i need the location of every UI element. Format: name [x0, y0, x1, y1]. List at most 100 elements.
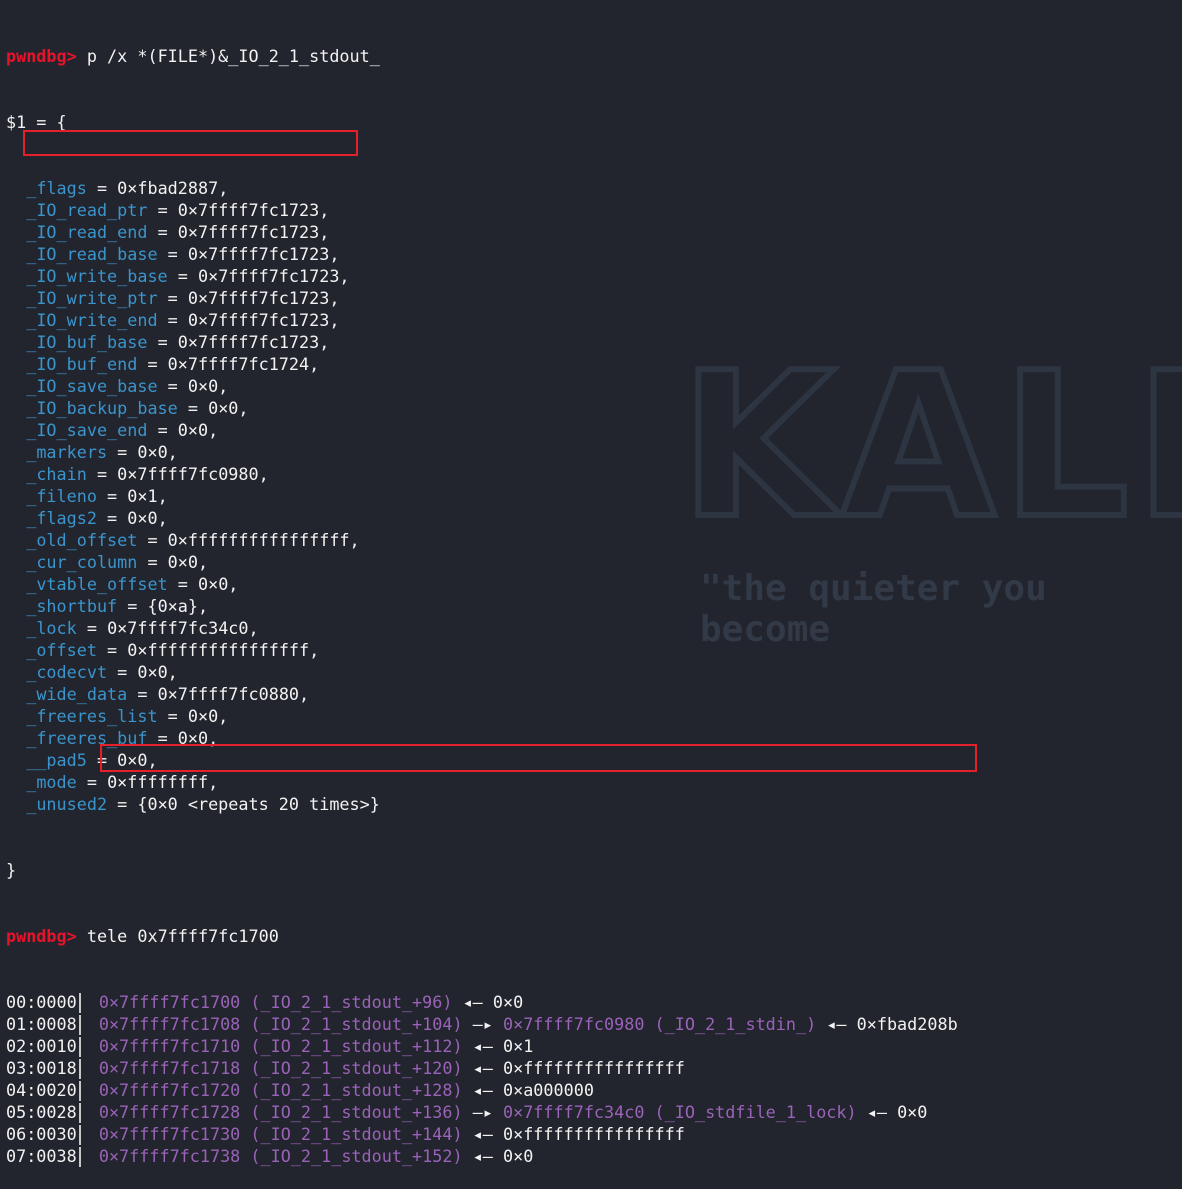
field-value: 0×7ffff7fc1723, [177, 222, 330, 242]
tele-arrow: ◂— [472, 1124, 493, 1144]
tele-arrow: ◂— [472, 1146, 493, 1166]
field-name: _vtable_offset [26, 574, 168, 594]
struct-field: _fileno = 0×1, [26, 486, 168, 506]
struct-field: _mode = 0×ffffffff, [26, 772, 219, 792]
field-value: 0×ffffffffffffffff, [127, 640, 320, 660]
field-value: {0×0 <repeats 20 times>} [137, 794, 380, 814]
field-name: _IO_write_ptr [26, 288, 158, 308]
field-name: _IO_buf_end [26, 354, 138, 374]
telescope-row: 03:0018 0×7ffff7fc1718 (_IO_2_1_stdout_+… [6, 1057, 958, 1079]
field-value: 0×7ffff7fc1724, [167, 354, 320, 374]
field-name: _IO_read_end [26, 222, 148, 242]
field-name: _IO_write_end [26, 310, 158, 330]
field-name: _IO_buf_base [26, 332, 148, 352]
tele-offset: 07:0038 [6, 1146, 77, 1166]
tele-separator [78, 1059, 81, 1079]
tele-value: 0×ffffffffffffffff [503, 1058, 685, 1078]
struct-field: _IO_write_end = 0×7ffff7fc1723, [26, 310, 340, 330]
field-value: 0×0, [167, 552, 209, 572]
struct-field: _IO_write_base = 0×7ffff7fc1723, [26, 266, 350, 286]
field-name: _IO_backup_base [26, 398, 178, 418]
tele-value: 0×0 [503, 1146, 534, 1166]
field-value: 0×7ffff7fc1723, [197, 266, 350, 286]
tele-separator [78, 1147, 81, 1167]
struct-field: _codecvt = 0×0, [26, 662, 178, 682]
tele-offset: 03:0018 [6, 1058, 77, 1078]
field-name: _markers [26, 442, 108, 462]
field-value: 0×fbad2887, [117, 178, 229, 198]
tele-value: 0×0 [492, 992, 524, 1012]
field-value: 0×0, [208, 398, 249, 418]
field-name: _chain [26, 464, 87, 484]
struct-field: _offset = 0×ffffffffffffffff, [26, 640, 320, 660]
tele-address: 0×7ffff7fc1708 (_IO_2_1_stdout_+104) [98, 1014, 463, 1034]
tele-value: 0×fbad208b [856, 1014, 958, 1034]
tele-value: 0×a000000 [503, 1080, 594, 1100]
telescope-row: 01:0008 0×7ffff7fc1708 (_IO_2_1_stdout_+… [6, 1013, 958, 1035]
struct-field: _vtable_offset = 0×0, [26, 574, 239, 594]
field-value: 0×0, [137, 442, 178, 462]
command-text: tele 0x7ffff7fc1700 [86, 926, 279, 946]
struct-field: _markers = 0×0, [26, 442, 178, 462]
struct-field: _chain = 0×7ffff7fc0980, [26, 464, 269, 484]
tele-separator [78, 1015, 81, 1035]
prompt: pwndbg> [6, 926, 77, 946]
tele-arrow: ◂— [866, 1102, 887, 1122]
command-line-2: pwndbg> tele 0x7ffff7fc1700 [6, 925, 958, 947]
struct-field: _freeres_buf = 0×0, [26, 728, 219, 748]
tele-value: 0×1 [503, 1036, 534, 1056]
tele-offset: 00:0000 [6, 992, 77, 1012]
field-name: _freeres_buf [26, 728, 148, 748]
field-value: 0×7ffff7fc1723, [187, 244, 340, 264]
field-value: {0×a}, [147, 596, 209, 616]
field-value: 0×0, [187, 706, 229, 726]
telescope-row: 07:0038 0×7ffff7fc1738 (_IO_2_1_stdout_+… [6, 1145, 958, 1167]
tele-value: 0×ffffffffffffffff [503, 1124, 685, 1144]
field-name: _old_offset [26, 530, 138, 550]
struct-field: _IO_backup_base = 0×0, [26, 398, 249, 418]
struct-field: _IO_read_ptr = 0×7ffff7fc1723, [26, 200, 330, 220]
struct-field: _flags = 0×fbad2887, [26, 178, 229, 198]
tele-pointer: 0×7ffff7fc0980 (_IO_2_1_stdin_) [503, 1014, 817, 1034]
struct-field: _unused2 = {0×0 <repeats 20 times>} [26, 794, 380, 814]
tele-arrow: ◂— [826, 1014, 847, 1034]
tele-offset: 05:0028 [6, 1102, 77, 1122]
command-text: p /x *(FILE*)&_IO_2_1_stdout_ [86, 46, 380, 66]
field-name: _cur_column [26, 552, 138, 572]
tele-arrow: —▸ [472, 1014, 493, 1034]
command-line-1: pwndbg> p /x *(FILE*)&_IO_2_1_stdout_ [6, 45, 958, 67]
struct-field: _freeres_list = 0×0, [26, 706, 229, 726]
field-value: 0×0, [137, 662, 178, 682]
field-value: 0×7ffff7fc34c0, [107, 618, 259, 638]
field-name: _flags [26, 178, 87, 198]
telescope-row: 00:0000 0×7ffff7fc1700 (_IO_2_1_stdout_+… [6, 991, 958, 1013]
field-name: _freeres_list [26, 706, 158, 726]
tele-offset: 01:0008 [6, 1014, 77, 1034]
tele-separator [78, 1081, 81, 1101]
struct-field: __pad5 = 0×0, [26, 750, 158, 770]
field-value: 0×0, [177, 420, 219, 440]
struct-field: _wide_data = 0×7ffff7fc0880, [26, 684, 310, 704]
field-value: 0×7ffff7fc1723, [177, 332, 330, 352]
telescope-row: 04:0020 0×7ffff7fc1720 (_IO_2_1_stdout_+… [6, 1079, 958, 1101]
field-name: _codecvt [26, 662, 108, 682]
field-value: 0×7ffff7fc0880, [157, 684, 310, 704]
tele-address: 0×7ffff7fc1730 (_IO_2_1_stdout_+144) [98, 1124, 463, 1144]
terminal-output: pwndbg> p /x *(FILE*)&_IO_2_1_stdout_ $1… [6, 1, 958, 1189]
field-name: _shortbuf [26, 596, 118, 616]
field-name: __pad5 [26, 750, 87, 770]
tele-arrow: ◂— [472, 1080, 493, 1100]
tele-arrow: ◂— [472, 1036, 493, 1056]
field-value: 0×0, [117, 750, 158, 770]
tele-address: 0×7ffff7fc1718 (_IO_2_1_stdout_+120) [98, 1058, 463, 1078]
field-value: 0×ffffffff, [107, 772, 219, 792]
tele-separator [78, 993, 81, 1013]
struct-field: _old_offset = 0×ffffffffffffffff, [26, 530, 360, 550]
tele-arrow: ◂— [472, 1058, 493, 1078]
telescope-row: 02:0010 0×7ffff7fc1710 (_IO_2_1_stdout_+… [6, 1035, 958, 1057]
field-value: 0×7ffff7fc1723, [187, 310, 340, 330]
field-name: _IO_read_base [26, 244, 158, 264]
struct-field: _IO_read_base = 0×7ffff7fc1723, [26, 244, 340, 264]
tele-address: 0×7ffff7fc1738 (_IO_2_1_stdout_+152) [98, 1146, 463, 1166]
struct-field: _cur_column = 0×0, [26, 552, 209, 572]
